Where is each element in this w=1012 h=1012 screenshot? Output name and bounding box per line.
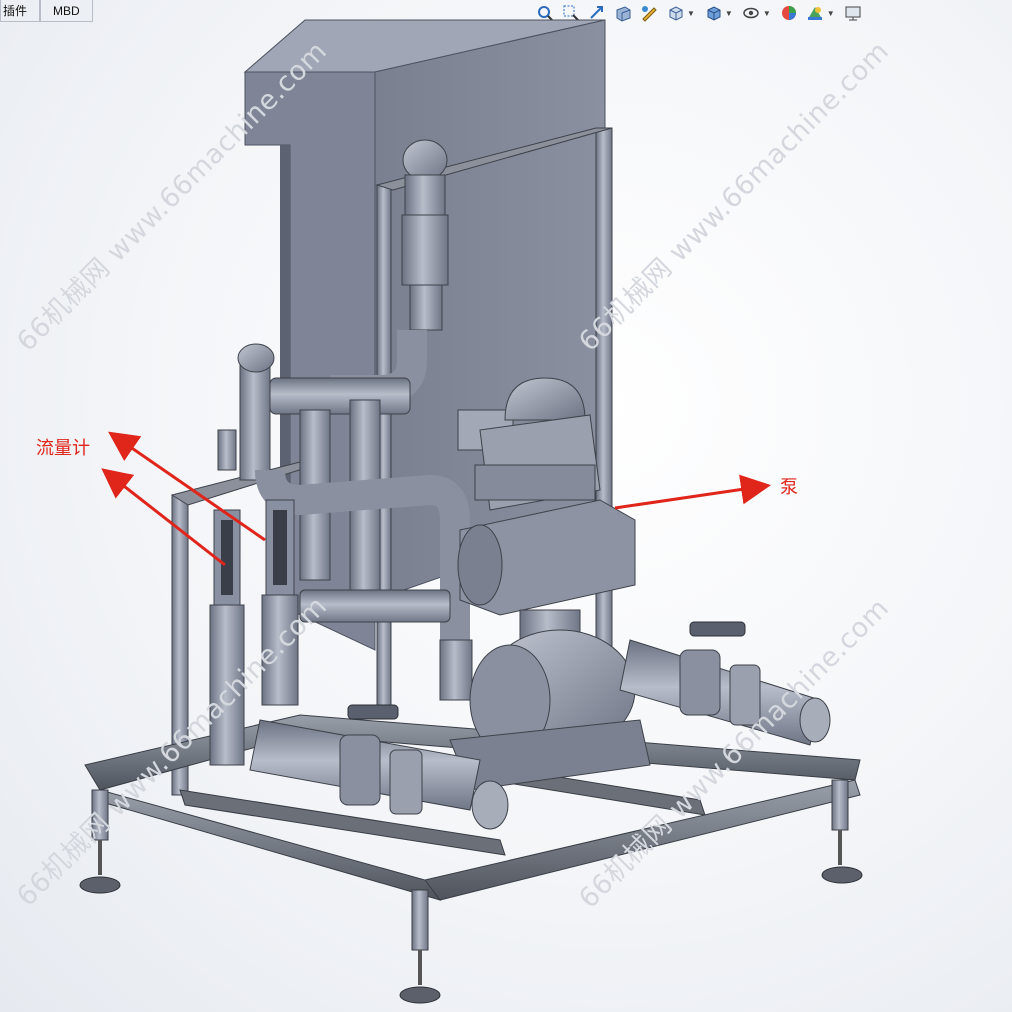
flowmeter-label: 流量计 — [36, 438, 90, 459]
pump-assembly — [449, 377, 651, 791]
pump-label: 泵 — [780, 477, 798, 498]
model-viewport[interactable] — [0, 0, 1012, 1012]
flowmeter-right — [261, 499, 299, 706]
leveling-foot — [821, 830, 863, 884]
leveling-foot — [79, 840, 121, 894]
leveling-foot — [399, 950, 441, 1004]
outlet-pipe-with-ball-valve — [619, 621, 831, 746]
